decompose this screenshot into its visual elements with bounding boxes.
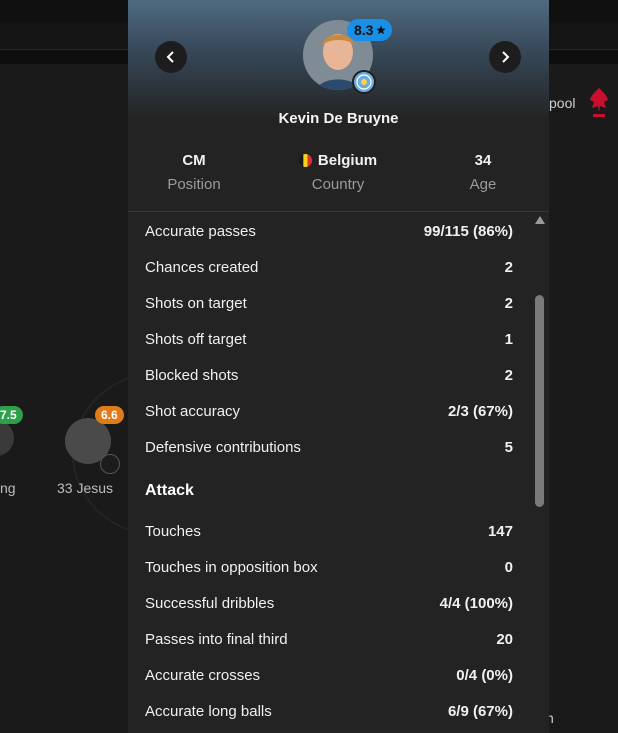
stats-list: Accurate passes 99/115 (86%) Chances crea…: [145, 212, 513, 728]
player-rating-badge: 6.6: [95, 406, 124, 424]
stat-label: Blocked shots: [145, 367, 239, 384]
stat-value: 2: [504, 295, 513, 312]
stat-value: 147: [487, 523, 513, 540]
attack-section-header: Attack: [145, 464, 513, 512]
scroll-up-arrow-icon[interactable]: [535, 216, 545, 224]
position-info: CM Position: [134, 152, 254, 193]
scrollbar[interactable]: [532, 214, 548, 733]
stat-row: Accurate long balls 6/9 (67%): [145, 692, 513, 728]
stat-label: Touches: [145, 523, 201, 540]
player-rating-badge: 8.3: [347, 19, 393, 41]
star-icon: [376, 25, 387, 35]
stat-label: Shots off target: [145, 331, 247, 348]
stat-value: 2: [504, 259, 513, 276]
stat-value: 4/4 (100%): [439, 595, 513, 612]
player-label-jesus[interactable]: 33 Jesus: [57, 480, 113, 496]
stat-value: 5: [504, 439, 513, 456]
stat-value: 1: [504, 331, 513, 348]
stat-row: Blocked shots 2: [145, 356, 513, 392]
stat-label: Accurate passes: [145, 223, 256, 240]
stat-label: Successful dribbles: [145, 595, 275, 612]
position-label: Position: [167, 176, 221, 193]
stat-row: Passes into final third 20: [145, 620, 513, 656]
stat-label: Chances created: [145, 259, 259, 276]
player-stats-modal: 8.3 Kevin De Bruyne CM Position Belgium …: [128, 0, 549, 733]
stat-row: Shot accuracy 2/3 (67%): [145, 392, 513, 428]
country-info: Belgium Country: [278, 152, 398, 193]
stat-row: Touches in opposition box 0: [145, 548, 513, 584]
stat-label: Touches in opposition box: [145, 559, 318, 576]
position-value: CM: [182, 152, 206, 169]
age-value: 34: [474, 152, 492, 169]
stat-label: Accurate long balls: [145, 703, 272, 720]
stat-label: Accurate crosses: [145, 667, 261, 684]
stat-label: Defensive contributions: [145, 439, 301, 456]
belgium-flag-icon: [298, 154, 312, 167]
country-value: Belgium: [317, 152, 378, 169]
age-info: 34 Age: [423, 152, 543, 193]
stat-label: Shots on target: [145, 295, 247, 312]
stat-value: 0/4 (0%): [456, 667, 513, 684]
stat-value: 2: [504, 367, 513, 384]
rating-value: 8.3: [354, 22, 374, 38]
stat-row: Touches 147: [145, 512, 513, 548]
stat-row: Chances created 2: [145, 248, 513, 284]
stat-value: 6/9 (67%): [447, 703, 513, 720]
player-name: Kevin De Bruyne: [278, 110, 399, 127]
stat-row: Defensive contributions 5: [145, 428, 513, 464]
scrollbar-thumb[interactable]: [535, 295, 544, 507]
next-player-button[interactable]: [489, 41, 521, 73]
country-label: Country: [311, 176, 365, 193]
stat-value: 0: [504, 559, 513, 576]
player-rating-badge: 7.5: [0, 406, 23, 424]
stat-value: 20: [496, 631, 513, 648]
player-label[interactable]: ng: [0, 480, 16, 496]
stat-label: Passes into final third: [145, 631, 288, 648]
stat-row: Accurate passes 99/115 (86%): [145, 212, 513, 248]
liverpool-crest-icon: [590, 88, 608, 117]
stat-value: 99/115 (86%): [423, 223, 513, 240]
stat-row: Shots on target 2: [145, 284, 513, 320]
chevron-left-icon: [166, 51, 174, 63]
manchester-city-crest-icon: [352, 70, 376, 94]
stat-row: Accurate crosses 0/4 (0%): [145, 656, 513, 692]
stat-value: 2/3 (67%): [447, 403, 513, 420]
chevron-right-icon: [502, 51, 510, 63]
stat-label: Shot accuracy: [145, 403, 241, 420]
age-label: Age: [469, 176, 497, 193]
section-title: Attack: [145, 482, 194, 499]
previous-player-button[interactable]: [155, 41, 187, 73]
team-name[interactable]: pool: [549, 95, 575, 111]
club-icon: [100, 454, 120, 474]
stat-row: Successful dribbles 4/4 (100%): [145, 584, 513, 620]
stat-row: Shots off target 1: [145, 320, 513, 356]
